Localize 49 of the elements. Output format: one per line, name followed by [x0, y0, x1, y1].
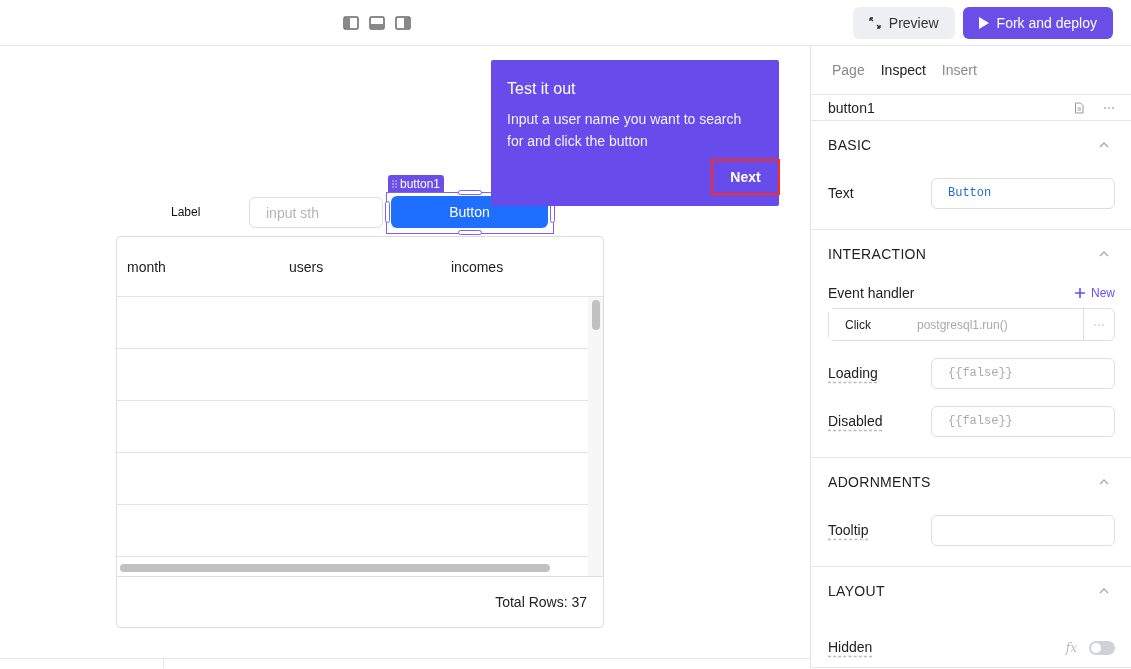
- row-count: Total Rows: 37: [495, 594, 587, 610]
- column-header[interactable]: incomes: [441, 258, 603, 275]
- panel-tab[interactable]: Inspect: [880, 62, 926, 78]
- field-label: Hidden: [828, 639, 873, 655]
- resize-handle[interactable]: [458, 190, 482, 195]
- scrollbar-thumb[interactable]: [592, 300, 600, 330]
- section-title: INTERACTION: [828, 246, 928, 262]
- field-label: Text: [828, 185, 854, 201]
- next-button[interactable]: Next: [711, 159, 780, 195]
- expand-icon: [868, 16, 881, 29]
- column-header[interactable]: month: [117, 258, 279, 275]
- chevron-icon[interactable]: [1098, 250, 1110, 258]
- document-icon[interactable]: [1073, 101, 1085, 114]
- resize-handle[interactable]: [458, 230, 482, 235]
- panel-tab[interactable]: Insert: [941, 62, 977, 78]
- field-label: Loading: [828, 365, 878, 381]
- preview-button[interactable]: Preview: [852, 6, 955, 39]
- chevron-icon[interactable]: [1098, 478, 1110, 486]
- popover-title: Test it out: [507, 80, 577, 98]
- property-field[interactable]: Button: [931, 177, 1115, 209]
- property-field[interactable]: {{false}}: [931, 405, 1115, 437]
- property-field[interactable]: [931, 514, 1115, 546]
- section-title: LAYOUT: [828, 583, 886, 599]
- text-input[interactable]: input sth: [249, 197, 383, 228]
- deploy-button[interactable]: Fork and deploy: [962, 6, 1113, 39]
- field-label: Event handler: [828, 285, 916, 301]
- chevron-icon[interactable]: [1098, 587, 1110, 595]
- component-name: button1: [828, 99, 876, 116]
- chevron-icon[interactable]: [1098, 141, 1110, 149]
- form-label: Label: [171, 205, 201, 219]
- new-handler-link[interactable]: New: [1075, 286, 1115, 300]
- scrollbar-thumb[interactable]: [120, 564, 550, 572]
- field-label: Disabled: [828, 413, 883, 429]
- left-panel-icon[interactable]: [343, 15, 359, 30]
- component-tag[interactable]: button1: [388, 175, 445, 192]
- play-icon: [978, 16, 989, 29]
- popover-text: Input a user name you want to search for and click the button: [507, 110, 743, 151]
- column-header[interactable]: users: [279, 258, 441, 275]
- panel-tab[interactable]: Page: [832, 62, 865, 78]
- property-field[interactable]: {{false}}: [931, 357, 1115, 389]
- section-title: ADORNMENTS: [828, 474, 932, 490]
- right-panel-icon[interactable]: [395, 15, 411, 30]
- resize-handle[interactable]: [385, 201, 390, 223]
- drag-handle-icon: [392, 179, 397, 188]
- bottom-panel-icon[interactable]: [369, 15, 385, 30]
- section-title: BASIC: [828, 137, 873, 153]
- hidden-toggle[interactable]: [1089, 641, 1115, 655]
- plus-icon: [1075, 288, 1085, 298]
- field-label: Tooltip: [828, 522, 869, 538]
